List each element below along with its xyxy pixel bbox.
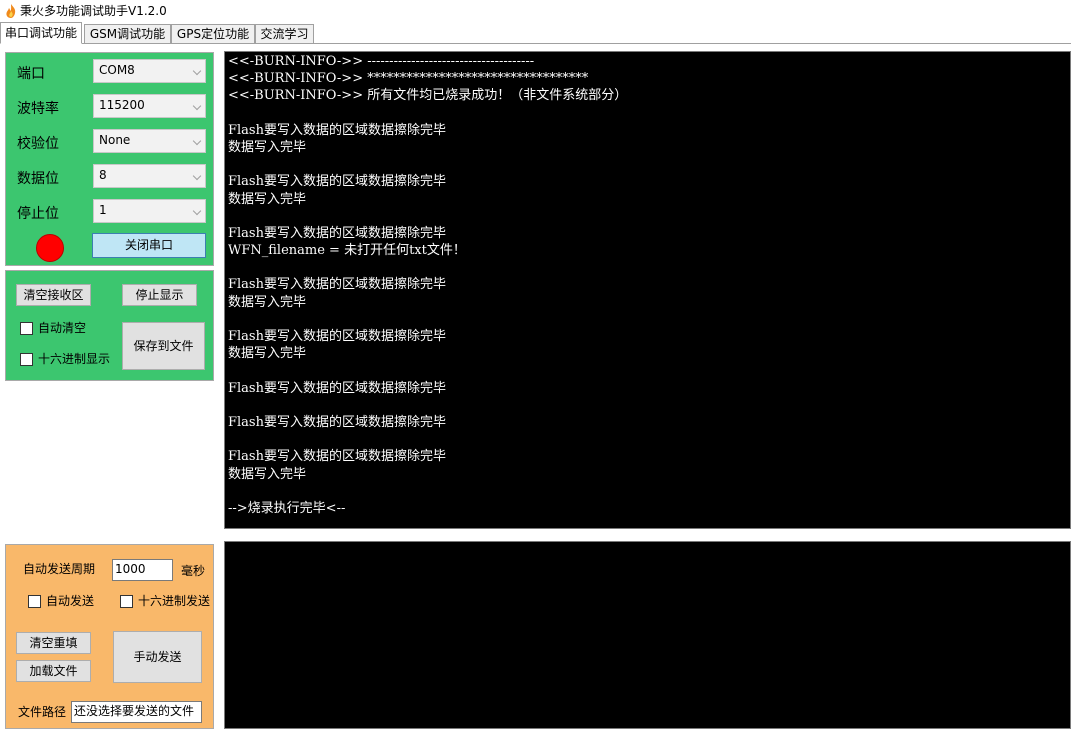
auto-send-label: 自动发送 xyxy=(46,594,95,608)
log-line: <<-BURN-INFO->> 所有文件均已烧录成功！（非文件系统部分） xyxy=(228,88,628,104)
clear-receive-button[interactable]: 清空接收区 xyxy=(16,284,91,306)
file-path-label: 文件路径 xyxy=(18,705,67,719)
log-line: 数据写入完毕 xyxy=(228,191,307,207)
tab-serial-debug[interactable]: 串口调试功能 xyxy=(0,22,82,44)
log-line xyxy=(228,156,627,173)
log-line xyxy=(228,483,627,500)
log-line: -->烧录执行完毕<-- xyxy=(228,500,346,516)
log-line: Flash要写入数据的区域数据擦除完毕 xyxy=(228,329,446,344)
log-line: Flash要写入数据的区域数据擦除完毕 xyxy=(228,414,446,430)
log-line: Flash要写入数据的区域数据擦除完毕 xyxy=(228,449,446,465)
log-line: Flash要写入数据的区域数据擦除完毕 xyxy=(228,277,446,293)
auto-send-period-input[interactable]: 1000 xyxy=(112,559,173,581)
close-port-button[interactable]: 关闭串口 xyxy=(92,233,206,258)
port-select[interactable]: COM8 xyxy=(93,59,206,83)
log-line: <<-BURN-INFO->> ************************… xyxy=(228,71,589,87)
log-line xyxy=(228,259,627,276)
chevron-down-icon xyxy=(192,206,202,216)
log-line: <<-BURN-INFO->> ------------------------… xyxy=(228,54,535,69)
databits-select-value: 8 xyxy=(99,168,107,182)
port-label: 端口 xyxy=(17,66,45,82)
stopbits-label: 停止位 xyxy=(17,206,59,222)
manual-send-button[interactable]: 手动发送 xyxy=(113,631,202,683)
log-line xyxy=(228,362,627,379)
log-line xyxy=(228,208,627,225)
chevron-down-icon xyxy=(192,101,202,111)
auto-send-period-label: 自动发送周期 xyxy=(23,562,96,576)
load-file-button[interactable]: 加载文件 xyxy=(16,660,91,682)
baud-label: 波特率 xyxy=(17,101,59,117)
receive-options-panel: 清空接收区 停止显示 自动清空 十六进制显示 保存到文件 xyxy=(5,270,214,381)
tab-gps-locate[interactable]: GPS定位功能 xyxy=(171,24,255,43)
send-input-area[interactable] xyxy=(224,541,1071,729)
hex-send-label: 十六进制发送 xyxy=(138,594,211,608)
log-line xyxy=(228,311,627,328)
stop-display-button[interactable]: 停止显示 xyxy=(122,284,197,306)
parity-select-value: None xyxy=(99,133,131,147)
hex-display-checkbox[interactable] xyxy=(20,353,33,366)
log-line: 数据写入完毕 xyxy=(228,466,307,482)
stopbits-select[interactable]: 1 xyxy=(93,199,206,223)
tab-gsm-debug[interactable]: GSM调试功能 xyxy=(84,24,171,43)
log-line: 数据写入完毕 xyxy=(228,346,307,362)
parity-select[interactable]: None xyxy=(93,129,206,153)
log-line: WFN_filename = 未打开任何txt文件！ xyxy=(228,243,466,259)
log-line xyxy=(228,431,627,448)
databits-label: 数据位 xyxy=(17,171,59,187)
log-line: Flash要写入数据的区域数据擦除完毕 xyxy=(228,174,446,190)
hex-display-label: 十六进制显示 xyxy=(38,352,111,366)
tab-strip-divider xyxy=(0,43,1071,44)
save-to-file-button[interactable]: 保存到文件 xyxy=(122,322,205,370)
log-line: 数据写入完毕 xyxy=(228,139,307,155)
log-line: Flash要写入数据的区域数据擦除完毕 xyxy=(228,122,446,138)
parity-label: 校验位 xyxy=(17,136,59,152)
auto-clear-checkbox[interactable] xyxy=(20,322,33,335)
databits-select[interactable]: 8 xyxy=(93,164,206,188)
auto-clear-label: 自动清空 xyxy=(38,321,87,335)
chevron-down-icon xyxy=(192,171,202,181)
hex-send-checkbox[interactable] xyxy=(120,595,133,608)
log-line: Flash要写入数据的区域数据擦除完毕 xyxy=(228,225,446,241)
fire-app-icon xyxy=(6,4,16,18)
receive-log: <<-BURN-INFO->> ------------------------… xyxy=(228,53,627,517)
log-line: 数据写入完毕 xyxy=(228,294,307,310)
chevron-down-icon xyxy=(192,136,202,146)
send-options-panel: 自动发送周期 1000 毫秒 自动发送 十六进制发送 清空重填 加载文件 手动发… xyxy=(5,544,214,729)
log-line xyxy=(228,105,627,122)
serial-settings-panel: 端口 COM8 波特率 115200 校验位 None 数据位 8 停止位 1 … xyxy=(5,52,214,266)
period-unit-label: 毫秒 xyxy=(181,564,206,578)
port-status-indicator xyxy=(36,234,64,262)
clear-refill-button[interactable]: 清空重填 xyxy=(16,632,91,654)
log-line: Flash要写入数据的区域数据擦除完毕 xyxy=(228,380,446,396)
chevron-down-icon xyxy=(192,66,202,76)
window-title: 秉火多功能调试助手V1.2.0 xyxy=(20,4,167,18)
baud-select[interactable]: 115200 xyxy=(93,94,206,118)
receive-terminal[interactable]: <<-BURN-INFO->> ------------------------… xyxy=(224,51,1071,529)
stopbits-select-value: 1 xyxy=(99,203,107,217)
baud-select-value: 115200 xyxy=(99,98,145,112)
title-bar: 秉火多功能调试助手V1.2.0 xyxy=(0,0,1071,22)
auto-send-checkbox[interactable] xyxy=(28,595,41,608)
log-line xyxy=(228,397,627,414)
file-path-field[interactable]: 还没选择要发送的文件 xyxy=(71,701,202,723)
tab-exchange-learn[interactable]: 交流学习 xyxy=(255,24,314,43)
port-select-value: COM8 xyxy=(99,63,135,77)
